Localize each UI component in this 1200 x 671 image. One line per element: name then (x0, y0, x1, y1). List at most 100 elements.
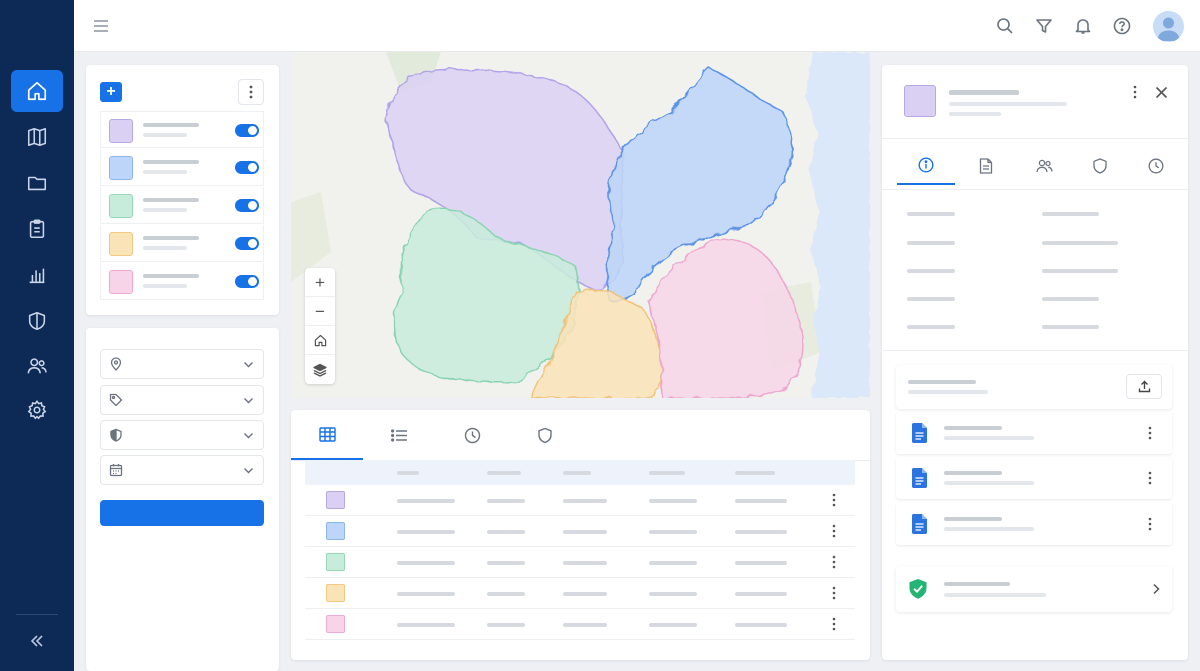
table-row[interactable] (305, 578, 855, 609)
map-layers-button[interactable] (305, 355, 335, 384)
table-row[interactable] (305, 547, 855, 578)
zoom-out-button[interactable]: − (305, 297, 335, 326)
map-view[interactable]: + − (291, 52, 870, 398)
document-item[interactable] (896, 412, 1172, 454)
document-item[interactable] (896, 503, 1172, 545)
help-button[interactable] (1110, 14, 1134, 38)
tab-security[interactable] (509, 410, 581, 460)
cell-placeholder (649, 623, 697, 627)
cell-placeholder (735, 499, 787, 503)
doc-file-icon (912, 468, 927, 488)
shield-icon (1093, 158, 1107, 174)
add-layer-button[interactable]: + (100, 82, 122, 102)
cell-placeholder (563, 623, 607, 627)
nav-rail (0, 0, 74, 671)
layer-item[interactable] (100, 263, 264, 300)
row-kebab-menu-icon[interactable] (831, 555, 837, 569)
apply-filters-button[interactable] (100, 500, 264, 526)
details-tabs-divider (882, 189, 1188, 190)
doc-file-icon (912, 514, 927, 534)
layer-item[interactable] (100, 187, 264, 224)
layer-item[interactable] (100, 225, 264, 262)
search-button[interactable] (993, 14, 1017, 38)
row-kebab-menu-icon[interactable] (831, 586, 837, 600)
verified-shield-icon (909, 579, 927, 599)
notifications-button[interactable] (1071, 14, 1095, 38)
layer-subtitle-placeholder (143, 133, 187, 137)
location-select[interactable] (100, 349, 264, 379)
details-tab-security[interactable] (1071, 147, 1129, 185)
close-icon[interactable] (1155, 86, 1168, 99)
date-select[interactable] (100, 455, 264, 485)
layer-visibility-toggle[interactable] (235, 275, 259, 288)
document-kebab-menu-icon[interactable] (1147, 471, 1153, 485)
bar-chart-icon (29, 268, 45, 284)
upload-button[interactable] (1126, 374, 1162, 399)
nav-item-folder[interactable] (11, 162, 63, 204)
filters-panel (86, 328, 279, 671)
attachments-subtitle-placeholder (908, 390, 988, 394)
details-tab-documents[interactable] (957, 147, 1015, 185)
info-value-placeholder (1042, 269, 1118, 273)
tab-table[interactable] (291, 410, 363, 460)
cell-placeholder (487, 592, 525, 596)
document-item[interactable] (896, 457, 1172, 499)
nav-item-reports[interactable] (11, 254, 63, 296)
map-home-button[interactable] (305, 326, 335, 355)
clock-icon (464, 427, 480, 443)
layer-item[interactable] (100, 149, 264, 186)
filter-button[interactable] (1032, 14, 1056, 38)
cell-placeholder (563, 499, 607, 503)
map-canvas[interactable] (291, 52, 870, 398)
table-row[interactable] (305, 609, 855, 640)
row-swatch-purple (326, 491, 345, 509)
details-kebab-menu-icon[interactable] (1132, 85, 1138, 99)
details-tab-info[interactable] (897, 147, 955, 185)
layer-visibility-toggle[interactable] (235, 161, 259, 174)
home-icon (314, 334, 326, 346)
row-kebab-menu-icon[interactable] (831, 617, 837, 631)
table-row[interactable] (305, 516, 855, 547)
nav-item-map[interactable] (11, 116, 63, 158)
chevron-down-icon (244, 362, 253, 368)
nav-item-settings[interactable] (11, 389, 63, 431)
document-kebab-menu-icon[interactable] (1147, 426, 1153, 440)
tag-select[interactable] (100, 385, 264, 415)
protection-select[interactable] (100, 420, 264, 450)
tab-history[interactable] (436, 410, 508, 460)
cell-placeholder (563, 561, 607, 565)
row-swatch-blue (326, 522, 345, 540)
info-key-placeholder (907, 297, 955, 301)
tab-list[interactable] (363, 410, 435, 460)
layer-visibility-toggle[interactable] (235, 237, 259, 250)
layer-title-placeholder (143, 198, 199, 202)
info-value-placeholder (1042, 241, 1118, 245)
collapse-nav-button[interactable] (22, 628, 52, 654)
layer-visibility-toggle[interactable] (235, 199, 259, 212)
document-title-placeholder (944, 517, 1002, 521)
details-tab-users[interactable] (1015, 147, 1073, 185)
details-tab-history[interactable] (1127, 147, 1185, 185)
zoom-in-button[interactable]: + (305, 268, 335, 297)
shield-icon (538, 427, 552, 443)
row-kebab-menu-icon[interactable] (831, 524, 837, 538)
table-row[interactable] (305, 485, 855, 516)
layer-visibility-toggle[interactable] (235, 124, 259, 137)
info-value-placeholder (1042, 212, 1099, 216)
nav-item-home[interactable] (11, 70, 63, 112)
row-kebab-menu-icon[interactable] (831, 493, 837, 507)
layers-menu-button[interactable] (238, 79, 264, 105)
top-bar (74, 0, 1200, 52)
nav-item-users[interactable] (11, 345, 63, 387)
collapse-chevrons-icon (30, 635, 43, 647)
layer-item[interactable] (100, 111, 264, 148)
compliance-status-card[interactable] (896, 566, 1172, 612)
avatar[interactable] (1153, 11, 1184, 42)
layer-swatch-purple (109, 119, 133, 143)
nav-item-security[interactable] (11, 300, 63, 342)
status-subtitle-placeholder (944, 593, 1046, 597)
document-kebab-menu-icon[interactable] (1147, 517, 1153, 531)
nav-item-clipboard[interactable] (11, 208, 63, 250)
hamburger-menu-button[interactable] (89, 14, 113, 38)
cell-placeholder (735, 530, 787, 534)
